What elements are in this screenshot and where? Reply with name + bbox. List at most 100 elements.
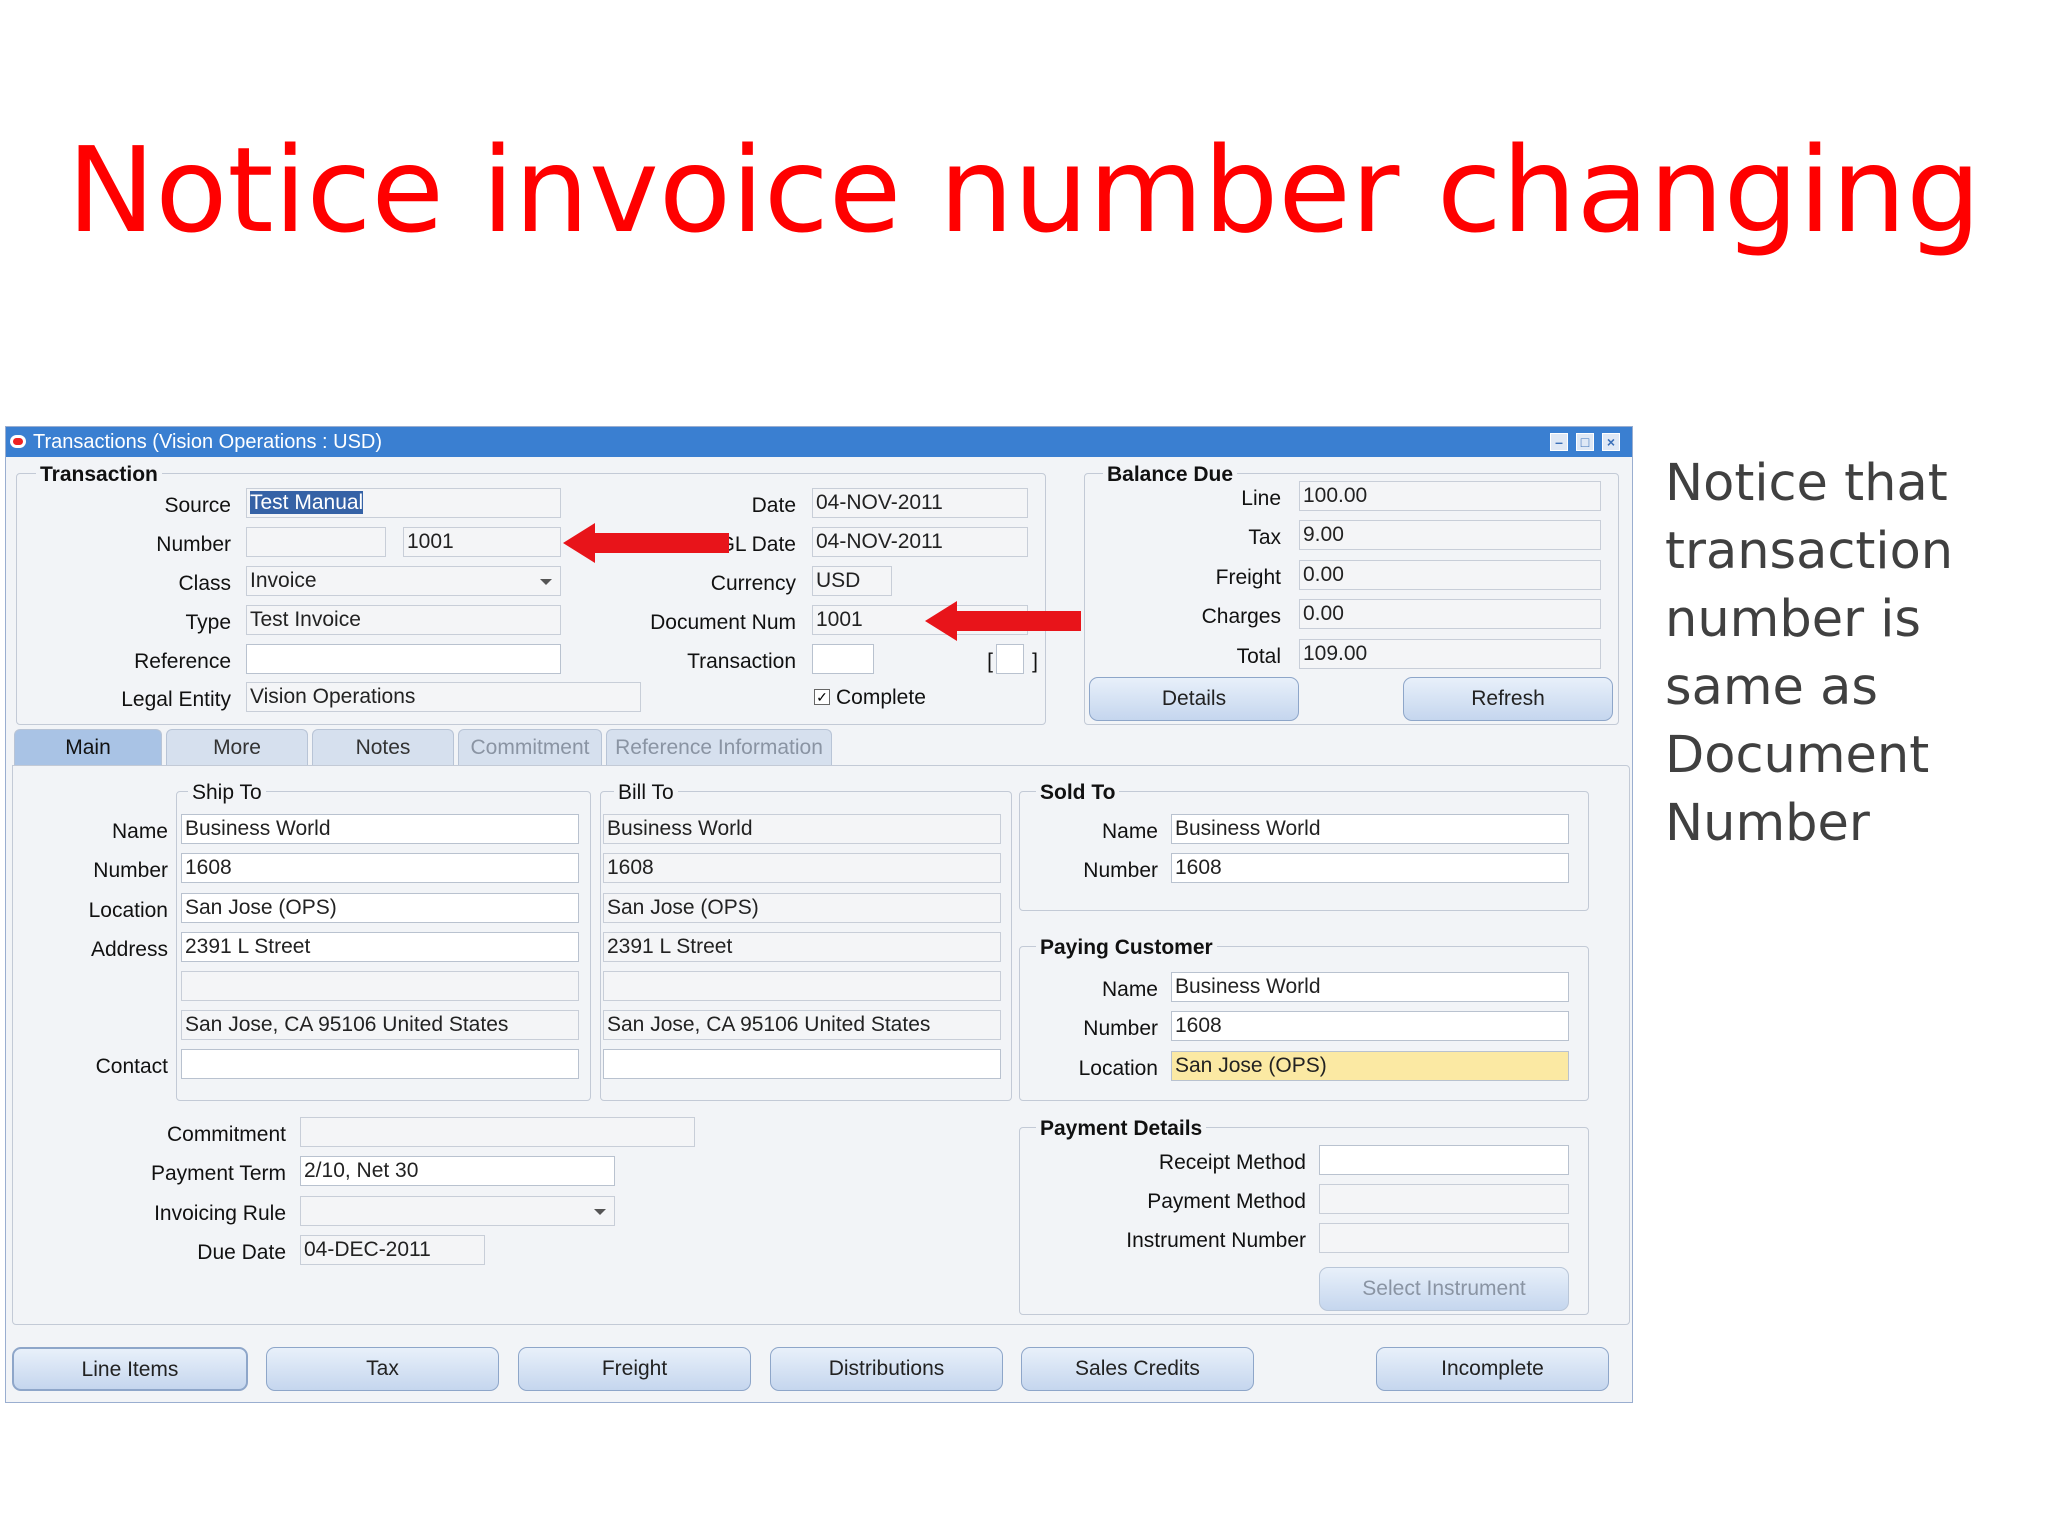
sold-to-name-label: Name <box>1101 820 1158 843</box>
distributions-button[interactable]: Distributions <box>770 1347 1003 1391</box>
instrument-number-field[interactable] <box>1319 1223 1569 1253</box>
tab-main[interactable]: Main <box>14 729 162 765</box>
slide-title: Notice invoice number changing <box>66 121 1982 259</box>
transaction-group-title: Transaction <box>36 463 162 487</box>
ship-to-contact-field[interactable] <box>181 1049 579 1079</box>
ship-to-location-label: Location <box>88 899 168 922</box>
bill-to-address-line3[interactable]: San Jose, CA 95106 United States <box>603 1010 1001 1040</box>
invoicing-rule-select[interactable] <box>300 1196 615 1226</box>
ship-to-title: Ship To <box>188 781 266 805</box>
class-select[interactable]: Invoice <box>246 566 561 596</box>
line-items-button[interactable]: Line Items <box>12 1347 248 1391</box>
currency-field[interactable]: USD <box>812 566 892 596</box>
total-field[interactable]: 109.00 <box>1299 639 1601 669</box>
payment-term-field[interactable]: 2/10, Net 30 <box>300 1156 615 1186</box>
window-titlebar[interactable]: Transactions (Vision Operations : USD) –… <box>6 427 1632 457</box>
commitment-label: Commitment <box>166 1123 286 1146</box>
payment-method-label: Payment Method <box>1147 1190 1306 1213</box>
reference-field[interactable] <box>246 644 561 674</box>
freight-label: Freight <box>1215 566 1281 589</box>
ship-to-address-label: Address <box>90 938 168 961</box>
source-field[interactable]: Test Manual <box>246 488 561 518</box>
transaction-field[interactable] <box>812 644 874 674</box>
bill-to-number-field[interactable]: 1608 <box>603 853 1001 883</box>
bill-to-name-field[interactable]: Business World <box>603 814 1001 844</box>
bill-to-address-line2[interactable] <box>603 971 1001 1001</box>
sales-credits-button[interactable]: Sales Credits <box>1021 1347 1254 1391</box>
transactions-window: Transactions (Vision Operations : USD) –… <box>5 426 1633 1403</box>
flex-field[interactable] <box>996 644 1024 674</box>
ship-to-number-label: Number <box>93 859 168 882</box>
paying-customer-name-field[interactable]: Business World <box>1171 972 1569 1002</box>
note-line: number is <box>1665 590 1921 649</box>
currency-label: Currency <box>710 572 796 595</box>
ship-to-address-line1[interactable]: 2391 L Street <box>181 932 579 962</box>
refresh-button[interactable]: Refresh <box>1403 677 1613 721</box>
complete-label: Complete <box>836 686 926 709</box>
receipt-method-field[interactable] <box>1319 1145 1569 1175</box>
class-label: Class <box>178 572 231 595</box>
complete-checkbox[interactable]: ✓ <box>814 689 830 705</box>
sold-to-number-field[interactable]: 1608 <box>1171 853 1569 883</box>
number-label: Number <box>156 533 231 556</box>
bill-to-location-field[interactable]: San Jose (OPS) <box>603 893 1001 923</box>
bill-to-contact-field[interactable] <box>603 1049 1001 1079</box>
payment-method-field[interactable] <box>1319 1184 1569 1214</box>
bill-to-address-line1[interactable]: 2391 L Street <box>603 932 1001 962</box>
line-field[interactable]: 100.00 <box>1299 481 1601 511</box>
commitment-field[interactable] <box>300 1117 695 1147</box>
paying-customer-location-label: Location <box>1078 1057 1158 1080</box>
note-line: Number <box>1665 794 1870 853</box>
tab-notes[interactable]: Notes <box>312 729 454 765</box>
sold-to-title: Sold To <box>1036 781 1120 805</box>
paying-customer-number-field[interactable]: 1608 <box>1171 1011 1569 1041</box>
side-note: Notice that transaction number is same a… <box>1665 450 2035 858</box>
select-instrument-button[interactable]: Select Instrument <box>1319 1267 1569 1311</box>
ship-to-location-field[interactable]: San Jose (OPS) <box>181 893 579 923</box>
sold-to-name-field[interactable]: Business World <box>1171 814 1569 844</box>
gl-date-field[interactable]: 04-NOV-2011 <box>812 527 1028 557</box>
chevron-down-icon <box>594 1209 606 1215</box>
ship-to-address-line2[interactable] <box>181 971 579 1001</box>
note-line: same as <box>1665 658 1878 717</box>
ship-to-address-line3[interactable]: San Jose, CA 95106 United States <box>181 1010 579 1040</box>
type-field[interactable]: Test Invoice <box>246 605 561 635</box>
balance-due-title: Balance Due <box>1103 463 1238 487</box>
tax-label: Tax <box>1248 526 1281 549</box>
invoicing-rule-label: Invoicing Rule <box>154 1202 286 1225</box>
type-label: Type <box>185 611 231 634</box>
tab-reference-information[interactable]: Reference Information <box>606 729 832 765</box>
date-field[interactable]: 04-NOV-2011 <box>812 488 1028 518</box>
freight-field[interactable]: 0.00 <box>1299 560 1601 590</box>
note-line: Document <box>1665 726 1930 785</box>
tax-field[interactable]: 9.00 <box>1299 520 1601 550</box>
incomplete-button[interactable]: Incomplete <box>1376 1347 1609 1391</box>
legal-entity-field[interactable]: Vision Operations <box>246 682 641 712</box>
due-date-field[interactable]: 04-DEC-2011 <box>300 1235 485 1265</box>
ship-to-name-field[interactable]: Business World <box>181 814 579 844</box>
maximize-icon[interactable]: □ <box>1576 433 1594 451</box>
date-label: Date <box>751 494 796 517</box>
number-prefix-field[interactable] <box>246 527 386 557</box>
oracle-logo-icon <box>10 435 26 448</box>
number-field[interactable]: 1001 <box>403 527 561 557</box>
close-icon[interactable]: × <box>1602 433 1620 451</box>
tab-commitment[interactable]: Commitment <box>458 729 602 765</box>
bracket-close: ] <box>1032 650 1038 673</box>
note-line: transaction <box>1665 522 1954 581</box>
minimize-icon[interactable]: – <box>1550 433 1568 451</box>
bracket-open: [ <box>987 650 993 673</box>
paying-customer-location-field[interactable]: San Jose (OPS) <box>1171 1051 1569 1081</box>
class-value: Invoice <box>250 569 317 592</box>
source-value: Test Manual <box>250 491 364 514</box>
details-button[interactable]: Details <box>1089 677 1299 721</box>
chevron-down-icon <box>540 579 552 585</box>
freight-button[interactable]: Freight <box>518 1347 751 1391</box>
charges-field[interactable]: 0.00 <box>1299 599 1601 629</box>
paying-customer-title: Paying Customer <box>1036 936 1217 960</box>
ship-to-number-field[interactable]: 1608 <box>181 853 579 883</box>
tab-more[interactable]: More <box>166 729 308 765</box>
tax-button[interactable]: Tax <box>266 1347 499 1391</box>
transaction-label: Transaction <box>687 650 796 673</box>
note-line: Notice that <box>1665 454 1948 513</box>
